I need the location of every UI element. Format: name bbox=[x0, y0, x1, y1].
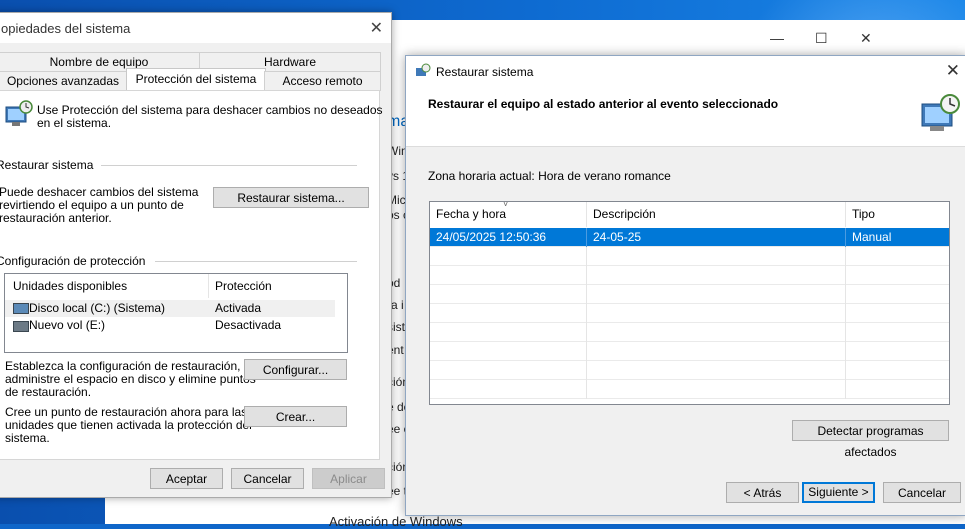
wizard-headline: Restaurar el equipo al estado anterior a… bbox=[428, 97, 779, 111]
system-protection-panel: Use Protección del sistema para deshacer… bbox=[0, 90, 383, 460]
column-header-description[interactable]: Descripción bbox=[587, 202, 846, 227]
activation-watermark: Activación de Windows bbox=[329, 514, 463, 529]
empty-row bbox=[430, 247, 949, 266]
back-button[interactable]: < Atrás bbox=[726, 482, 799, 503]
maximize-icon[interactable]: ☐ bbox=[815, 30, 828, 47]
dialog-title: opiedades del sistema bbox=[1, 21, 131, 36]
drive-icon bbox=[13, 321, 29, 332]
restore-description: Puede deshacer cambios del sistema bbox=[0, 185, 199, 199]
system-properties-dialog[interactable]: opiedades del sistema ✕ Nombre de equipo… bbox=[0, 12, 392, 498]
restore-point-date: 24/05/2025 12:50:36 bbox=[430, 228, 587, 247]
empty-row bbox=[430, 266, 949, 285]
cancel-button[interactable]: Cancelar bbox=[883, 482, 961, 503]
drive-row[interactable]: Disco local (C:) (Sistema) Activada bbox=[5, 300, 335, 317]
column-header-date[interactable]: Fecha y hora bbox=[430, 202, 587, 227]
header-divider bbox=[406, 146, 965, 147]
restore-points-grid[interactable]: Fecha y hora ˅ Descripción Tipo 24/05/20… bbox=[429, 201, 950, 405]
configure-button[interactable]: Configurar... bbox=[244, 359, 347, 380]
tab-remote[interactable]: Acceso remoto bbox=[264, 71, 381, 91]
drives-listbox[interactable]: Unidades disponibles Protección Disco lo… bbox=[4, 273, 348, 353]
create-description: unidades que tienen activada la protecci… bbox=[5, 418, 252, 432]
empty-row bbox=[430, 361, 949, 380]
title-bar[interactable]: opiedades del sistema ✕ bbox=[0, 13, 391, 43]
close-icon[interactable]: ✕ bbox=[946, 61, 960, 81]
system-drive-icon bbox=[13, 303, 29, 314]
drive-status: Activada bbox=[215, 301, 262, 315]
dialog-title: Restaurar sistema bbox=[436, 65, 534, 79]
drive-name: Nuevo vol (E:) bbox=[29, 318, 106, 332]
config-description: de restauración. bbox=[5, 385, 92, 399]
column-header-protection[interactable]: Protección bbox=[215, 274, 272, 298]
group-divider bbox=[101, 165, 357, 166]
ok-button[interactable]: Aceptar bbox=[150, 468, 223, 489]
empty-row bbox=[430, 304, 949, 323]
system-restore-icon bbox=[921, 94, 960, 131]
restore-system-button[interactable]: Restaurar sistema... bbox=[213, 187, 369, 208]
create-button[interactable]: Crear... bbox=[244, 406, 347, 427]
empty-row bbox=[430, 285, 949, 304]
config-description: Establezca la configuración de restaurac… bbox=[5, 359, 241, 373]
restore-point-description: 24-05-25 bbox=[587, 228, 846, 247]
wizard-header: Restaurar sistema ✕ Restaurar el equipo … bbox=[406, 56, 965, 146]
empty-row bbox=[430, 323, 949, 342]
empty-row bbox=[430, 342, 949, 361]
restore-title-icon bbox=[416, 63, 431, 76]
intro-text: en el sistema. bbox=[37, 116, 112, 130]
system-restore-wizard[interactable]: Restaurar sistema ✕ Restaurar el equipo … bbox=[405, 55, 965, 516]
next-button[interactable]: Siguiente > bbox=[802, 482, 875, 503]
header-divider bbox=[208, 274, 209, 298]
apply-button[interactable]: Aplicar bbox=[312, 468, 385, 489]
tab-advanced[interactable]: Opciones avanzadas bbox=[0, 71, 128, 91]
config-description: administre el espacio en disco y elimine… bbox=[5, 372, 256, 386]
drive-name: Disco local (C:) (Sistema) bbox=[29, 301, 166, 315]
restore-group-label: Restaurar sistema bbox=[0, 158, 94, 172]
close-icon[interactable]: ✕ bbox=[370, 18, 383, 38]
close-icon[interactable]: ✕ bbox=[860, 30, 872, 47]
protection-group-label: Configuración de protección bbox=[0, 254, 146, 268]
timezone-label: Zona horaria actual: Hora de verano roma… bbox=[428, 169, 671, 183]
column-header-type[interactable]: Tipo bbox=[846, 202, 949, 227]
column-header-drives[interactable]: Unidades disponibles bbox=[13, 274, 127, 298]
restore-point-type: Manual bbox=[852, 230, 892, 244]
minimize-icon[interactable]: — bbox=[770, 30, 784, 46]
detect-affected-programs-button[interactable]: Detectar programas afectados bbox=[792, 420, 949, 459]
create-description: sistema. bbox=[5, 431, 50, 445]
sort-arrow-icon: ˅ bbox=[503, 201, 509, 209]
tab-system-protection[interactable]: Protección del sistema bbox=[126, 68, 266, 91]
restore-description: restauración anterior. bbox=[0, 211, 112, 225]
drive-status: Desactivada bbox=[215, 318, 282, 332]
cancel-button[interactable]: Cancelar bbox=[231, 468, 304, 489]
restore-description: revirtiendo el equipo a un punto de bbox=[0, 198, 184, 212]
intro-text: Use Protección del sistema para deshacer… bbox=[37, 103, 383, 117]
system-protection-icon bbox=[5, 100, 33, 126]
restore-point-row[interactable]: 24/05/2025 12:50:36 24-05-25 Manual bbox=[430, 228, 949, 247]
empty-row bbox=[430, 380, 949, 399]
create-description: Cree un punto de restauración ahora para… bbox=[5, 405, 248, 419]
group-divider bbox=[155, 261, 357, 262]
drive-row[interactable]: Nuevo vol (E:) Desactivada bbox=[5, 317, 335, 334]
